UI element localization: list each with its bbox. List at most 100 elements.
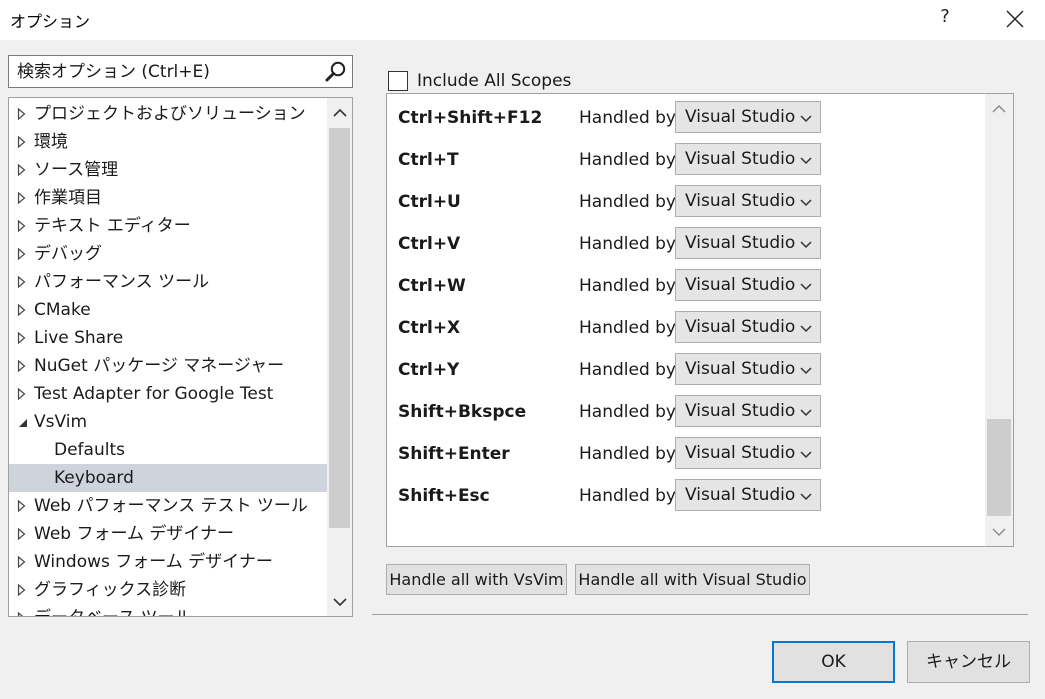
tree-item[interactable]: プロジェクトおよびソリューション (9, 100, 327, 128)
tree-item[interactable]: Web フォーム デザイナー (9, 520, 327, 548)
close-button[interactable] (1000, 5, 1030, 33)
tree-item-label: 作業項目 (34, 188, 102, 208)
cancel-button[interactable]: キャンセル (907, 641, 1030, 683)
window-title: オプション (10, 12, 91, 31)
collapsed-triangle-icon[interactable] (17, 268, 29, 296)
tree-item-label: Web フォーム デザイナー (34, 524, 235, 544)
tree-item[interactable]: 環境 (9, 128, 327, 156)
title-bar: オプション ? (0, 0, 1045, 40)
tree-item-label: グラフィックス診断 (34, 580, 187, 600)
chevron-down-icon (800, 325, 812, 333)
handle-all-visual-studio-button[interactable]: Handle all with Visual Studio (575, 564, 810, 595)
scroll-down-button[interactable] (327, 588, 352, 616)
expanded-triangle-icon[interactable] (17, 408, 29, 436)
tree-item-label: パフォーマンス ツール (34, 272, 210, 292)
collapsed-triangle-icon[interactable] (17, 296, 29, 324)
tree-item[interactable]: NuGet パッケージ マネージャー (9, 352, 327, 380)
handler-dropdown[interactable]: Visual Studio (675, 269, 821, 301)
tree-item[interactable]: データベース ツール (9, 604, 327, 616)
tree-item[interactable]: デバッグ (9, 240, 327, 268)
handler-value: Visual Studio (685, 107, 796, 127)
tree-item-label: Live Share (34, 328, 124, 348)
tree-item[interactable]: CMake (9, 296, 327, 324)
handled-by-label: Handled by (579, 108, 676, 128)
collapsed-triangle-icon[interactable] (17, 100, 29, 128)
key-name: Shift+Bkspce (398, 402, 527, 422)
collapsed-triangle-icon[interactable] (17, 184, 29, 212)
handler-dropdown[interactable]: Visual Studio (675, 479, 821, 511)
handled-by-label: Handled by (579, 486, 676, 506)
collapsed-triangle-icon[interactable] (17, 240, 29, 268)
handle-all-vsvim-button[interactable]: Handle all with VsVim (386, 564, 567, 595)
tree-item-label: プロジェクトおよびソリューション (34, 104, 306, 124)
handler-dropdown[interactable]: Visual Studio (675, 101, 821, 133)
key-list-scrollbar[interactable] (985, 94, 1013, 546)
tree-item-label: Defaults (54, 440, 125, 460)
collapsed-triangle-icon[interactable] (17, 352, 29, 380)
tree-item[interactable]: グラフィックス診断 (9, 576, 327, 604)
collapsed-triangle-icon[interactable] (17, 380, 29, 408)
handler-value: Visual Studio (685, 443, 796, 463)
key-binding-row: Ctrl+T Handled by Visual Studio (387, 138, 985, 180)
search-icon[interactable] (324, 60, 348, 84)
tree-scrollbar[interactable] (327, 98, 352, 616)
tree-item[interactable]: Keyboard (9, 464, 327, 492)
chevron-down-icon (800, 157, 812, 165)
ok-button[interactable]: OK (772, 641, 895, 683)
tree-item[interactable]: 作業項目 (9, 184, 327, 212)
handler-dropdown[interactable]: Visual Studio (675, 227, 821, 259)
tree-item[interactable]: パフォーマンス ツール (9, 268, 327, 296)
tree-item[interactable]: VsVim (9, 408, 327, 436)
key-binding-row: Shift+Enter Handled by Visual Studio (387, 432, 985, 474)
tree-item[interactable]: Web パフォーマンス テスト ツール (9, 492, 327, 520)
key-scroll-down-button[interactable] (985, 518, 1013, 546)
tree-item[interactable]: Test Adapter for Google Test (9, 380, 327, 408)
tree-item[interactable]: テキスト エディター (9, 212, 327, 240)
collapsed-triangle-icon[interactable] (17, 212, 29, 240)
handler-value: Visual Studio (685, 359, 796, 379)
key-name: Ctrl+Shift+F12 (398, 108, 543, 128)
key-name: Shift+Enter (398, 444, 510, 464)
handler-value: Visual Studio (685, 401, 796, 421)
key-name: Shift+Esc (398, 486, 490, 506)
collapsed-triangle-icon[interactable] (17, 548, 29, 576)
handler-dropdown[interactable]: Visual Studio (675, 353, 821, 385)
chevron-down-icon (800, 409, 812, 417)
key-scroll-thumb[interactable] (987, 419, 1011, 516)
handled-by-label: Handled by (579, 150, 676, 170)
include-all-scopes-checkbox[interactable] (388, 71, 408, 91)
key-binding-list: Ctrl+Shift+F12 Handled by Visual Studio Ctr… (386, 93, 1014, 547)
tree-item-label: NuGet パッケージ マネージャー (34, 356, 285, 376)
tree-item[interactable]: Live Share (9, 324, 327, 352)
tree-item[interactable]: Defaults (9, 436, 327, 464)
collapsed-triangle-icon[interactable] (17, 324, 29, 352)
chevron-up-icon (332, 108, 347, 117)
handler-dropdown[interactable]: Visual Studio (675, 311, 821, 343)
tree-item-label: VsVim (34, 412, 88, 432)
search-input[interactable] (9, 56, 319, 87)
handler-dropdown[interactable]: Visual Studio (675, 143, 821, 175)
key-binding-row: Ctrl+Y Handled by Visual Studio (387, 348, 985, 390)
key-scroll-up-button[interactable] (985, 94, 1013, 122)
key-binding-row: Ctrl+W Handled by Visual Studio (387, 264, 985, 306)
tree-item[interactable]: ソース管理 (9, 156, 327, 184)
tree-item[interactable]: Windows フォーム デザイナー (9, 548, 327, 576)
key-binding-row: Ctrl+V Handled by Visual Studio (387, 222, 985, 264)
collapsed-triangle-icon[interactable] (17, 156, 29, 184)
help-button[interactable]: ? (930, 6, 960, 34)
key-binding-row: Shift+Esc Handled by Visual Studio (387, 474, 985, 516)
collapsed-triangle-icon[interactable] (17, 576, 29, 604)
tree-item-label: Windows フォーム デザイナー (34, 552, 273, 572)
collapsed-triangle-icon[interactable] (17, 520, 29, 548)
handler-dropdown[interactable]: Visual Studio (675, 437, 821, 469)
collapsed-triangle-icon[interactable] (17, 604, 29, 616)
handler-dropdown[interactable]: Visual Studio (675, 395, 821, 427)
handler-value: Visual Studio (685, 485, 796, 505)
scroll-thumb[interactable] (329, 128, 350, 528)
collapsed-triangle-icon[interactable] (17, 128, 29, 156)
scroll-up-button[interactable] (327, 98, 352, 126)
handler-dropdown[interactable]: Visual Studio (675, 185, 821, 217)
collapsed-triangle-icon[interactable] (17, 492, 29, 520)
include-all-scopes[interactable]: Include All Scopes (388, 70, 571, 92)
close-icon (1006, 10, 1024, 28)
